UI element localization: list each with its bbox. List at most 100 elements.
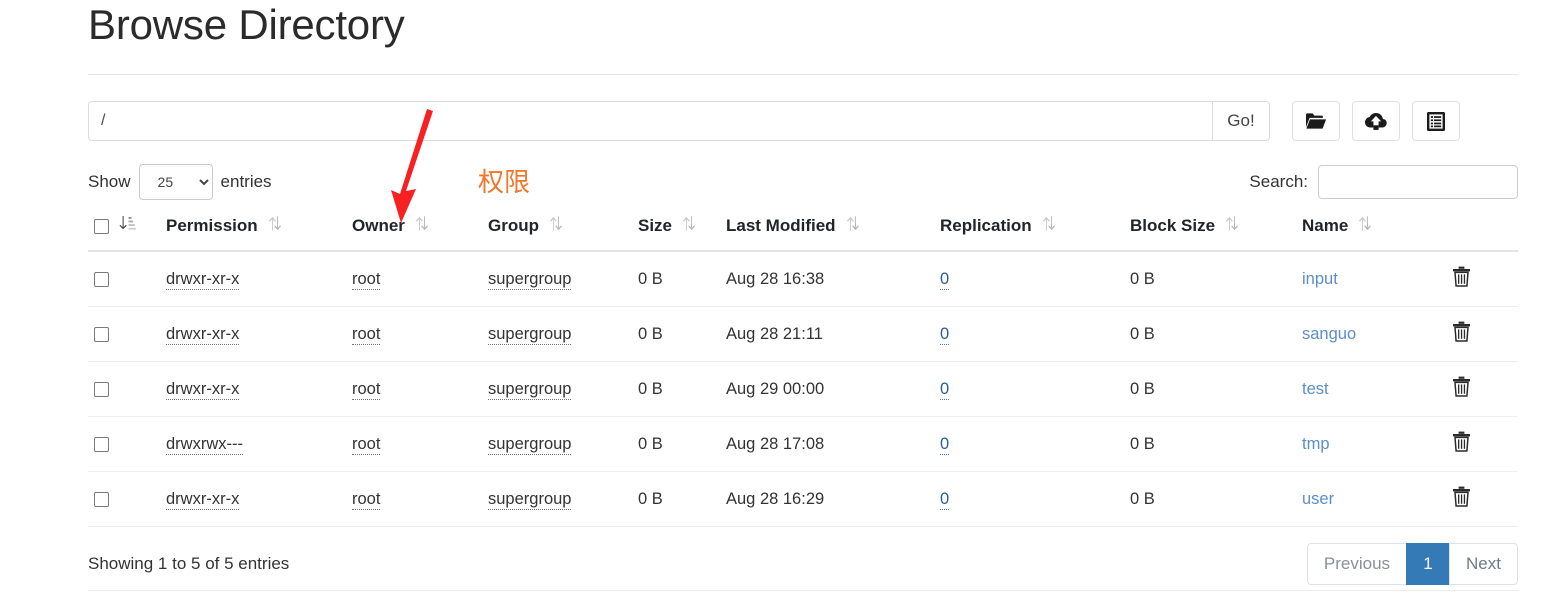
row-checkbox[interactable] — [94, 491, 109, 507]
cell-name: sanguo — [1296, 306, 1446, 363]
cell-block-size: 0 B — [1124, 361, 1296, 418]
cell-permission: drwxrwx--- — [160, 416, 346, 473]
group-value[interactable]: supergroup — [488, 324, 572, 345]
cut-paste-button[interactable] — [1412, 101, 1460, 142]
cell-replication: 0 — [934, 471, 1124, 528]
owner-value[interactable]: root — [352, 269, 381, 290]
delete-button[interactable] — [1452, 376, 1471, 400]
directory-table: Permission Owner Group Size Last Modifie… — [88, 210, 1518, 528]
cell-block-size: 0 B — [1124, 251, 1296, 308]
column-header-last-modified[interactable]: Last Modified — [720, 210, 934, 253]
column-header-group[interactable]: Group — [482, 210, 632, 253]
column-header-select[interactable] — [88, 210, 160, 253]
row-checkbox[interactable] — [94, 436, 109, 452]
column-label-replication: Replication — [940, 216, 1032, 236]
cell-last-modified: Aug 28 17:08 — [720, 416, 934, 473]
permission-value[interactable]: drwxrwx--- — [166, 434, 243, 455]
delete-button[interactable] — [1452, 321, 1471, 345]
replication-value[interactable]: 0 — [940, 489, 950, 510]
owner-value[interactable]: root — [352, 489, 381, 510]
cell-block-size: 0 B — [1124, 306, 1296, 363]
trash-icon — [1452, 431, 1471, 455]
cell-replication: 0 — [934, 361, 1124, 418]
go-button[interactable]: Go! — [1212, 101, 1270, 142]
column-label-size: Size — [638, 216, 673, 236]
cell-actions — [1446, 471, 1518, 528]
cell-group: supergroup — [482, 416, 632, 473]
trash-icon — [1452, 321, 1471, 345]
replication-value[interactable]: 0 — [940, 434, 950, 455]
page-content: Browse Directory Go! — [88, 0, 1518, 586]
cell-last-modified: Aug 28 16:38 — [720, 251, 934, 308]
group-value[interactable]: supergroup — [488, 434, 572, 455]
replication-value[interactable]: 0 — [940, 379, 950, 400]
cell-replication: 0 — [934, 416, 1124, 473]
delete-button[interactable] — [1452, 431, 1471, 455]
permission-value[interactable]: drwxr-xr-x — [166, 324, 240, 345]
owner-value[interactable]: root — [352, 324, 381, 345]
file-name-link[interactable]: input — [1302, 270, 1338, 288]
row-checkbox[interactable] — [94, 271, 109, 287]
column-label-owner: Owner — [352, 216, 405, 236]
row-select-cell — [88, 251, 160, 308]
cell-last-modified: Aug 28 16:29 — [720, 471, 934, 528]
cell-size: 0 B — [632, 416, 720, 473]
file-name-link[interactable]: user — [1302, 490, 1334, 508]
cell-last-modified: Aug 29 00:00 — [720, 361, 934, 418]
page-length-control: Show 25 entries — [88, 164, 272, 201]
column-header-size[interactable]: Size — [632, 210, 720, 253]
upload-files-button[interactable] — [1352, 101, 1400, 142]
pagination-page-1[interactable]: 1 — [1406, 543, 1451, 586]
permission-value[interactable]: drwxr-xr-x — [166, 489, 240, 510]
cell-owner: root — [346, 306, 482, 363]
file-name-link[interactable]: sanguo — [1302, 325, 1356, 343]
cell-owner: root — [346, 251, 482, 308]
file-name-link[interactable]: test — [1302, 380, 1329, 398]
path-bar-row: Go! — [88, 100, 1518, 142]
table-header-row: Permission Owner Group Size Last Modifie… — [88, 210, 1518, 253]
group-value[interactable]: supergroup — [488, 379, 572, 400]
replication-value[interactable]: 0 — [940, 269, 950, 290]
permission-value[interactable]: drwxr-xr-x — [166, 269, 240, 290]
new-directory-button[interactable] — [1292, 101, 1340, 142]
sort-icon — [415, 216, 429, 236]
column-label-permission: Permission — [166, 216, 258, 236]
owner-value[interactable]: root — [352, 379, 381, 400]
pagination-next[interactable]: Next — [1449, 543, 1518, 586]
column-header-owner[interactable]: Owner — [346, 210, 482, 253]
column-header-actions — [1446, 210, 1518, 253]
path-input[interactable] — [88, 101, 1212, 142]
delete-button[interactable] — [1452, 266, 1471, 290]
group-value[interactable]: supergroup — [488, 489, 572, 510]
pagination-previous[interactable]: Previous — [1306, 543, 1408, 586]
search-input[interactable] — [1318, 165, 1518, 200]
page-title: Browse Directory — [88, 1, 405, 48]
cell-size: 0 B — [632, 306, 720, 363]
owner-value[interactable]: root — [352, 434, 381, 455]
cell-owner: root — [346, 416, 482, 473]
column-header-block-size[interactable]: Block Size — [1124, 210, 1296, 253]
cell-name: user — [1296, 471, 1446, 528]
cell-permission: drwxr-xr-x — [160, 361, 346, 418]
row-checkbox[interactable] — [94, 381, 109, 397]
cell-replication: 0 — [934, 251, 1124, 308]
cell-permission: drwxr-xr-x — [160, 251, 346, 308]
column-header-name[interactable]: Name — [1296, 210, 1446, 253]
entries-select[interactable]: 25 — [138, 164, 213, 201]
column-header-replication[interactable]: Replication — [934, 210, 1124, 253]
group-value[interactable]: supergroup — [488, 269, 572, 290]
cell-owner: root — [346, 361, 482, 418]
column-header-permission[interactable]: Permission — [160, 210, 346, 253]
column-label-block-size: Block Size — [1130, 216, 1216, 236]
row-select-cell — [88, 416, 160, 473]
cell-group: supergroup — [482, 361, 632, 418]
permission-value[interactable]: drwxr-xr-x — [166, 379, 240, 400]
row-checkbox[interactable] — [94, 326, 109, 342]
file-name-link[interactable]: tmp — [1302, 435, 1330, 453]
cell-actions — [1446, 416, 1518, 473]
table-controls-row: Show 25 entries Search: — [88, 162, 1518, 202]
row-select-cell — [88, 361, 160, 418]
replication-value[interactable]: 0 — [940, 324, 950, 345]
delete-button[interactable] — [1452, 486, 1471, 510]
select-all-checkbox[interactable] — [94, 218, 109, 234]
